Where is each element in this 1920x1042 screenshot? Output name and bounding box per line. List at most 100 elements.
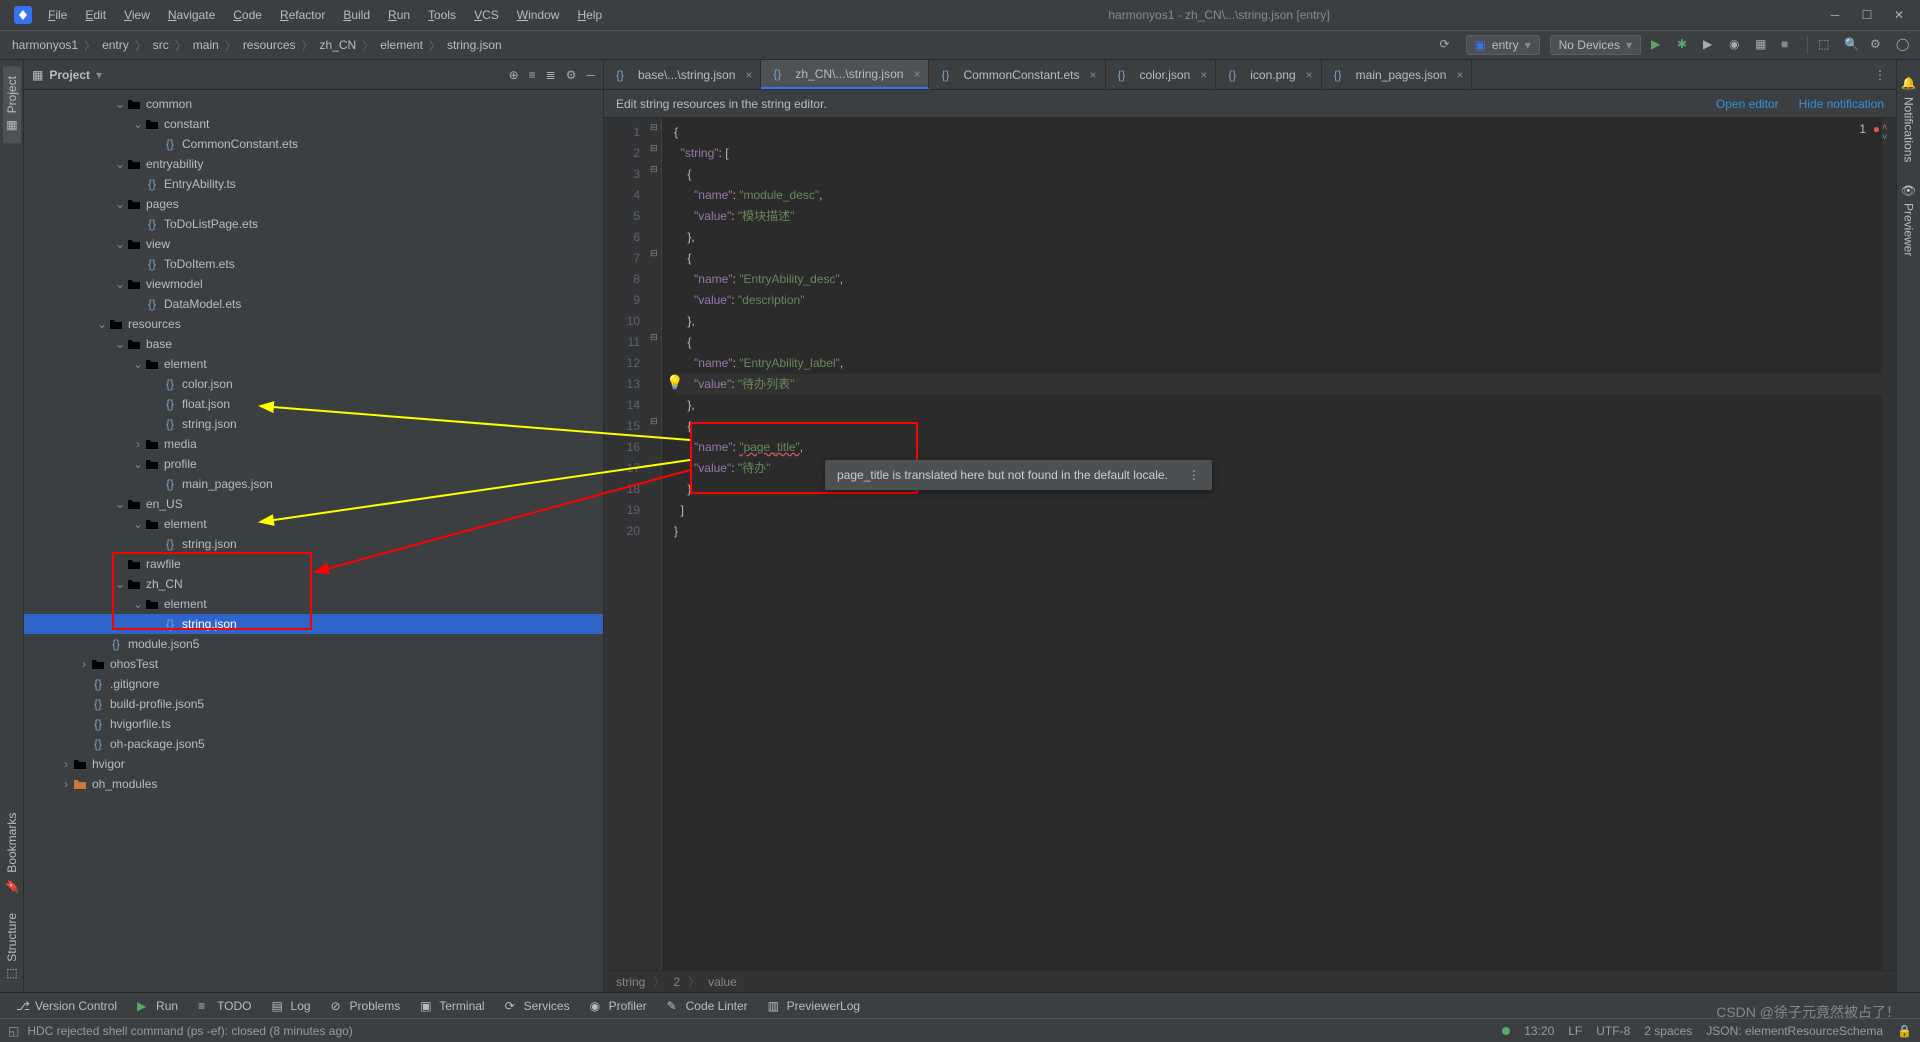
tree-node[interactable]: {}color.json: [24, 374, 603, 394]
menu-code[interactable]: Code: [225, 4, 270, 26]
close-tab-icon[interactable]: ×: [745, 68, 752, 82]
status-lock-icon[interactable]: 🔒: [1897, 1024, 1912, 1038]
tree-node[interactable]: {}float.json: [24, 394, 603, 414]
tree-node[interactable]: ⌄element: [24, 354, 603, 374]
close-button[interactable]: ✕: [1892, 8, 1906, 22]
tabs-more-icon[interactable]: ⋮: [1864, 68, 1896, 82]
tool-terminal[interactable]: ▣Terminal: [412, 997, 492, 1015]
panel-hide-icon[interactable]: ─: [586, 68, 595, 82]
tool-log[interactable]: ▤Log: [264, 997, 319, 1015]
tool-window-toggle-icon[interactable]: ◱: [8, 1024, 19, 1038]
tree-node[interactable]: ⌄entryability: [24, 154, 603, 174]
tree-node[interactable]: ⌄zh_CN: [24, 574, 603, 594]
profile-icon[interactable]: ◉: [1729, 37, 1745, 53]
tool-problems[interactable]: ⊘Problems: [323, 997, 409, 1015]
fold-gutter[interactable]: ⊟⊟⊟⊟⊟⊟: [648, 118, 662, 970]
crumb[interactable]: src: [149, 36, 173, 54]
tree-node[interactable]: ⌄element: [24, 594, 603, 614]
menu-edit[interactable]: Edit: [77, 4, 114, 26]
editor-tab[interactable]: {}color.json×: [1106, 60, 1217, 89]
tool-todo[interactable]: ≡TODO: [190, 997, 259, 1015]
tree-node[interactable]: rawfile: [24, 554, 603, 574]
editor-tab[interactable]: {}base\...\string.json×: [604, 60, 761, 89]
tree-node[interactable]: ›media: [24, 434, 603, 454]
close-tab-icon[interactable]: ×: [1456, 68, 1463, 82]
crumb[interactable]: resources: [239, 36, 300, 54]
minimize-button[interactable]: ─: [1828, 8, 1842, 22]
tool-profiler[interactable]: ◉Profiler: [582, 997, 655, 1015]
tree-node[interactable]: {}string.json: [24, 414, 603, 434]
crumb[interactable]: string.json: [443, 36, 506, 54]
menu-window[interactable]: Window: [509, 4, 568, 26]
project-tree[interactable]: ⌄common⌄constant{}CommonConstant.ets⌄ent…: [24, 90, 603, 992]
editor-tab[interactable]: {}main_pages.json×: [1322, 60, 1473, 89]
banner-hide-link[interactable]: Hide notification: [1799, 97, 1884, 111]
status-schema[interactable]: JSON: elementResourceSchema: [1706, 1024, 1883, 1038]
panel-settings-icon[interactable]: ⚙: [566, 68, 577, 82]
side-tab-notifications[interactable]: 🔔Notifications: [1900, 66, 1918, 172]
code-editor[interactable]: 1234567891011121314151617181920 ⊟⊟⊟⊟⊟⊟ {…: [604, 118, 1896, 970]
intention-bulb-icon[interactable]: 💡: [666, 374, 683, 391]
side-tab-structure[interactable]: ⬚Structure: [3, 903, 21, 992]
tool-codelinter[interactable]: ✎Code Linter: [659, 997, 756, 1015]
debug-icon[interactable]: ✱: [1677, 37, 1693, 53]
run-icon[interactable]: ▶: [1651, 37, 1667, 53]
search-icon[interactable]: 🔍: [1844, 37, 1860, 53]
tree-node[interactable]: ⌄viewmodel: [24, 274, 603, 294]
attach-icon[interactable]: ▦: [1755, 37, 1771, 53]
side-tab-project[interactable]: ▦Project: [3, 66, 21, 143]
menu-refactor[interactable]: Refactor: [272, 4, 333, 26]
collapse-icon[interactable]: ≣: [546, 68, 556, 82]
error-nav[interactable]: ˄ ˅: [1882, 122, 1894, 142]
status-lineending[interactable]: LF: [1568, 1024, 1582, 1038]
close-tab-icon[interactable]: ×: [1090, 68, 1097, 82]
tree-node[interactable]: ⌄view: [24, 234, 603, 254]
tree-node[interactable]: ›hvigor: [24, 754, 603, 774]
crumb[interactable]: entry: [98, 36, 133, 54]
tooltip-more-icon[interactable]: ⋮: [1188, 468, 1200, 482]
tree-node[interactable]: ⌄en_US: [24, 494, 603, 514]
tree-node[interactable]: {}module.json5: [24, 634, 603, 654]
git-icon[interactable]: ⬚: [1818, 37, 1834, 53]
menu-file[interactable]: File: [40, 4, 75, 26]
tree-node[interactable]: {}main_pages.json: [24, 474, 603, 494]
tree-node[interactable]: ⌄profile: [24, 454, 603, 474]
menu-build[interactable]: Build: [335, 4, 378, 26]
close-tab-icon[interactable]: ×: [913, 67, 920, 81]
tree-node[interactable]: ⌄constant: [24, 114, 603, 134]
menu-navigate[interactable]: Navigate: [160, 4, 223, 26]
close-tab-icon[interactable]: ×: [1200, 68, 1207, 82]
tree-node[interactable]: {}EntryAbility.ts: [24, 174, 603, 194]
editor-tab[interactable]: {}icon.png×: [1216, 60, 1321, 89]
tree-node[interactable]: {}DataModel.ets: [24, 294, 603, 314]
crumb[interactable]: zh_CN: [316, 36, 361, 54]
tree-node[interactable]: ⌄resources: [24, 314, 603, 334]
status-indent[interactable]: 2 spaces: [1644, 1024, 1692, 1038]
editor-breadcrumb[interactable]: string〉2〉value: [604, 970, 1896, 992]
error-strip[interactable]: 1 ● ˄ ˅: [1882, 118, 1896, 970]
tree-node[interactable]: ⌄pages: [24, 194, 603, 214]
sync-icon[interactable]: ⟳: [1440, 37, 1456, 53]
account-icon[interactable]: ◯: [1896, 37, 1912, 53]
menu-tools[interactable]: Tools: [420, 4, 464, 26]
tree-node[interactable]: ›oh_modules: [24, 774, 603, 794]
status-caret[interactable]: 13:20: [1524, 1024, 1554, 1038]
status-encoding[interactable]: UTF-8: [1596, 1024, 1630, 1038]
stop-icon[interactable]: ■: [1781, 37, 1797, 53]
maximize-button[interactable]: ☐: [1860, 8, 1874, 22]
code-content[interactable]: { "string": [ { "name": "module_desc", "…: [662, 118, 1896, 970]
tool-previewerlog[interactable]: ▥PreviewerLog: [760, 997, 868, 1015]
side-tab-previewer[interactable]: 👁Previewer: [1900, 172, 1918, 267]
banner-open-link[interactable]: Open editor: [1716, 97, 1779, 111]
editor-crumb[interactable]: string: [616, 975, 645, 989]
editor-crumb[interactable]: 2: [673, 975, 680, 989]
tree-node[interactable]: {}.gitignore: [24, 674, 603, 694]
coverage-icon[interactable]: ▶: [1703, 37, 1719, 53]
tree-node[interactable]: ⌄common: [24, 94, 603, 114]
tool-run[interactable]: ▶Run: [129, 997, 186, 1015]
menu-view[interactable]: View: [116, 4, 158, 26]
locate-icon[interactable]: ⊕: [509, 68, 519, 82]
tree-node[interactable]: {}CommonConstant.ets: [24, 134, 603, 154]
tool-version-control[interactable]: ⎇Version Control: [8, 997, 125, 1015]
tool-services[interactable]: ⟳Services: [497, 997, 578, 1015]
